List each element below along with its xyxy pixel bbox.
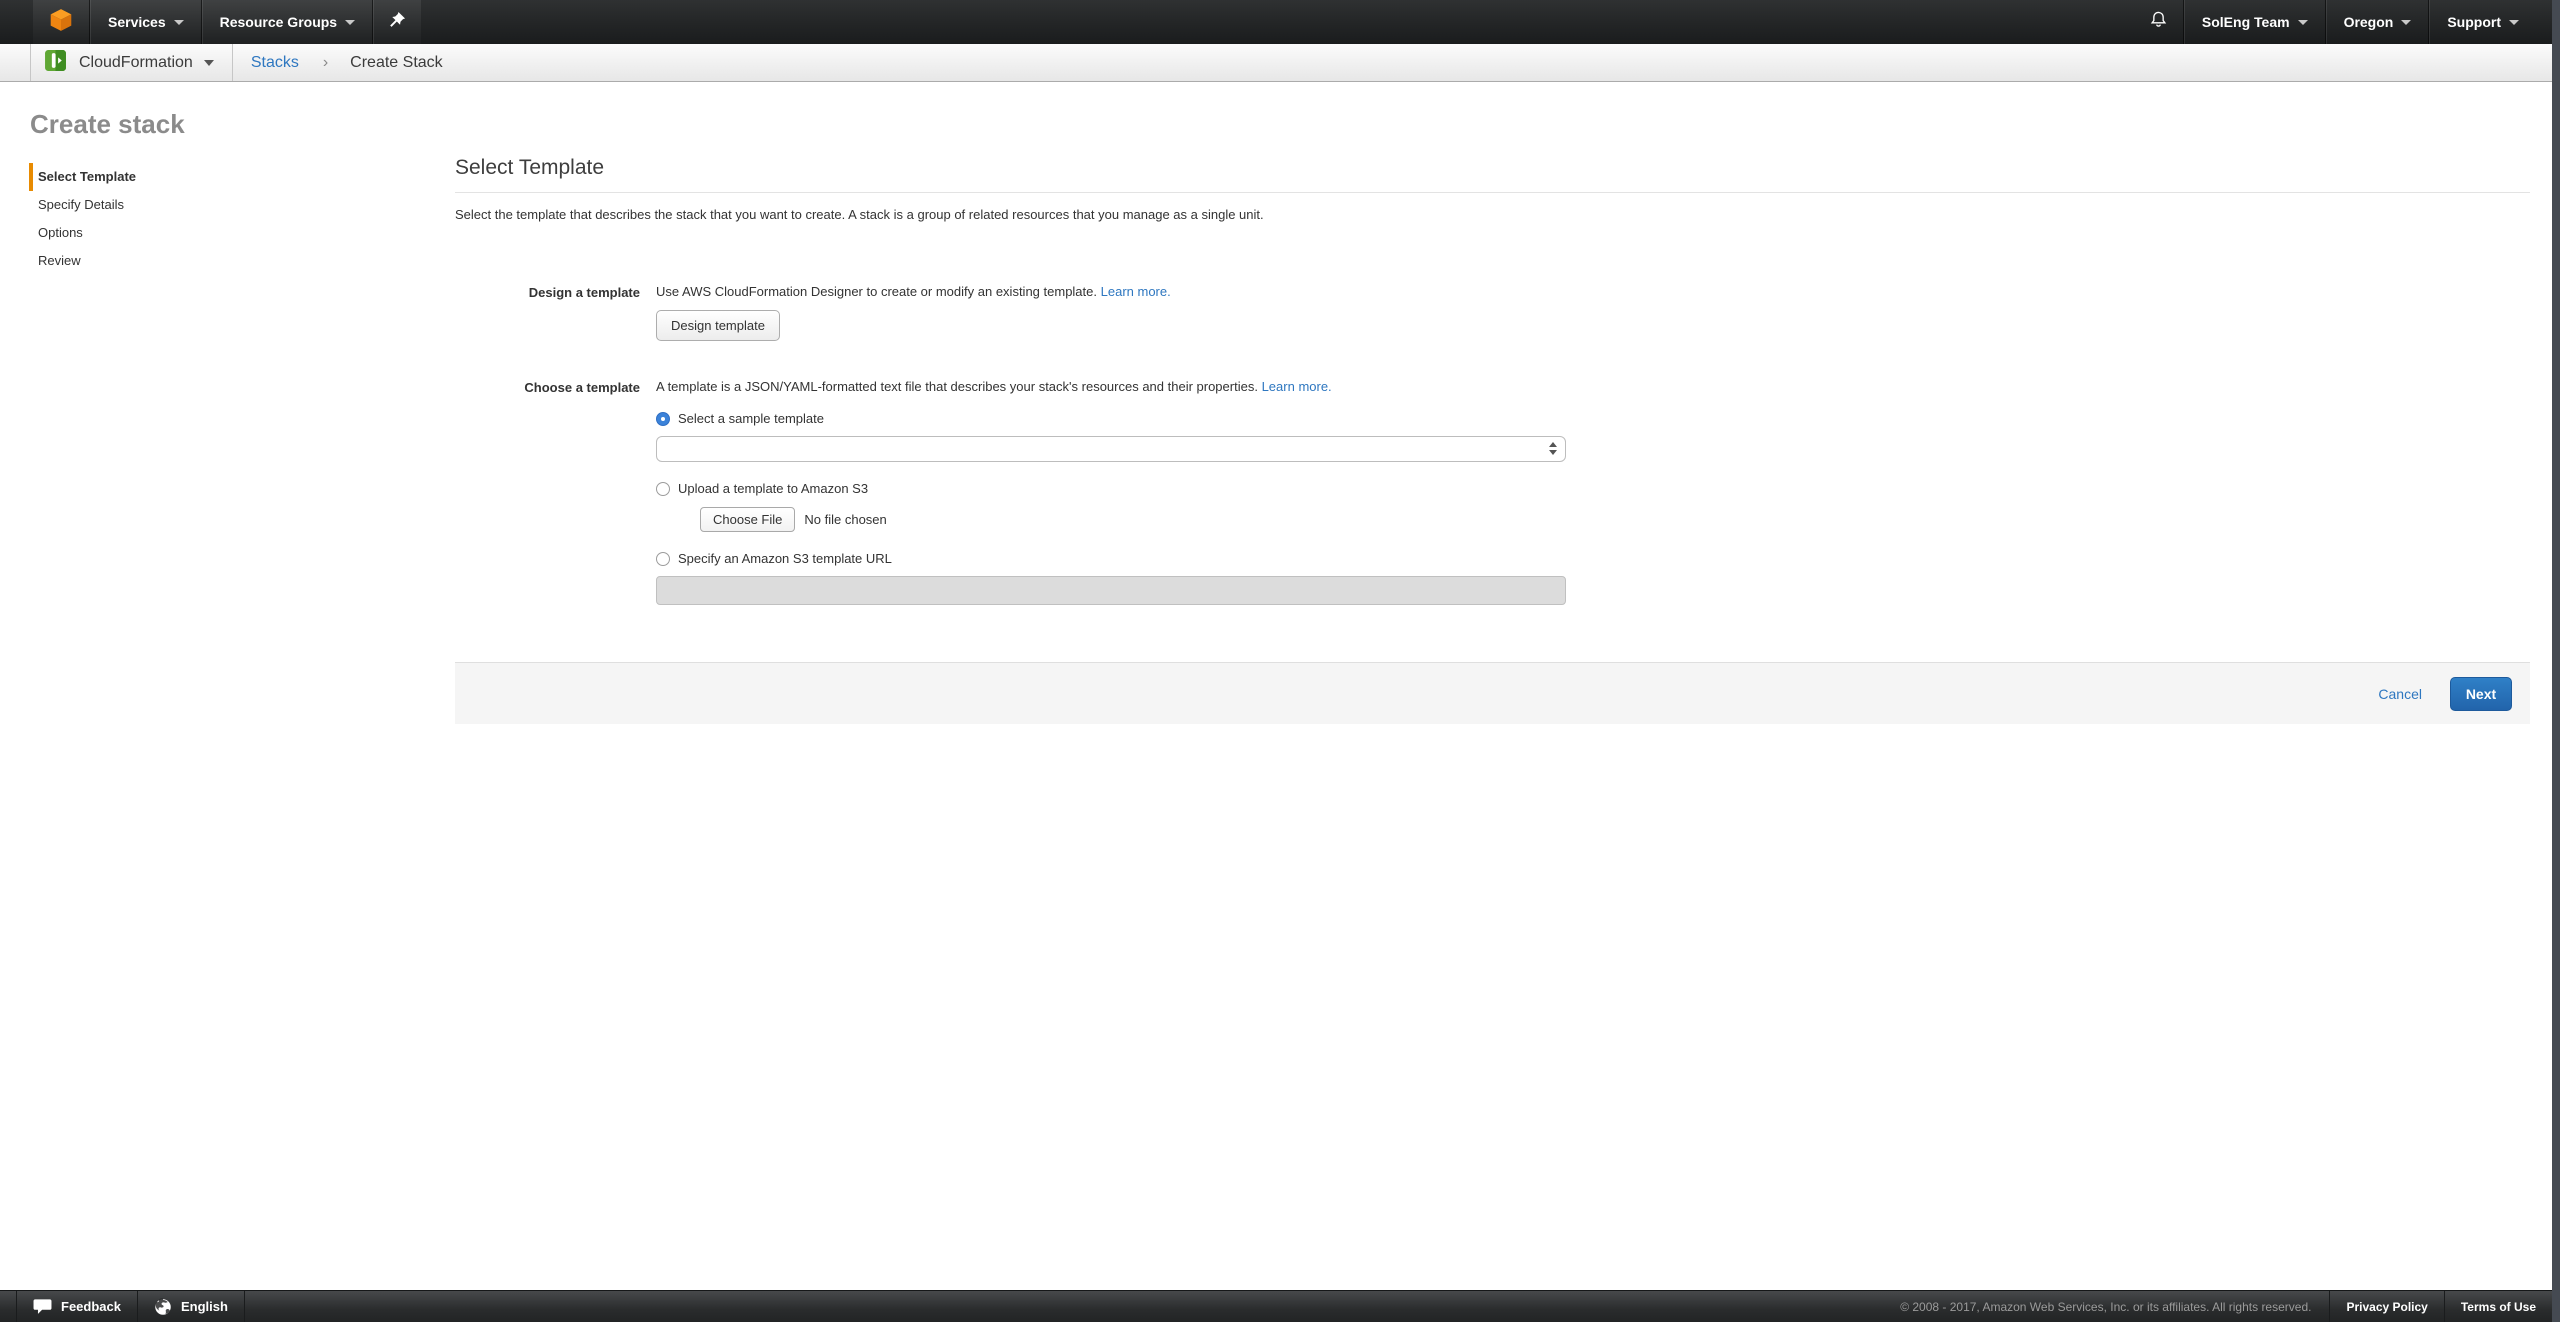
heading-rule <box>455 192 2530 193</box>
breadcrumb: CloudFormation Stacks › Create Stack <box>0 44 2560 82</box>
top-nav-right: SolEng Team Oregon Support <box>2134 0 2536 44</box>
chevron-down-icon <box>2509 20 2519 25</box>
bell-icon <box>2149 10 2168 34</box>
breadcrumb-service-label: CloudFormation <box>79 54 193 72</box>
nav-region-menu[interactable]: Oregon <box>2327 0 2429 44</box>
nav-services-label: Services <box>108 14 166 30</box>
design-template-button[interactable]: Design template <box>656 310 780 341</box>
design-template-content: Use AWS CloudFormation Designer to creat… <box>656 284 1171 341</box>
breadcrumb-stacks-link[interactable]: Stacks <box>251 54 299 72</box>
main-panel: Select Template Select the template that… <box>455 140 2530 724</box>
step-specify-details[interactable]: Specify Details <box>29 191 455 219</box>
chevron-down-icon <box>204 60 214 66</box>
privacy-policy-link[interactable]: Privacy Policy <box>2329 1291 2443 1322</box>
s3-template-url-input[interactable] <box>656 576 1566 605</box>
select-stepper-icon <box>1549 442 1557 455</box>
choose-template-label: Choose a template <box>455 379 640 395</box>
next-button[interactable]: Next <box>2450 677 2512 711</box>
language-label: English <box>181 1299 228 1314</box>
sample-template-select[interactable] <box>656 436 1566 462</box>
radio-specify-url[interactable]: Specify an Amazon S3 template URL <box>656 551 1566 566</box>
radio-sample-template[interactable]: Select a sample template <box>656 411 1566 426</box>
aws-logo[interactable] <box>33 0 89 44</box>
design-template-text: Use AWS CloudFormation Designer to creat… <box>656 284 1097 299</box>
choose-template-text: A template is a JSON/YAML-formatted text… <box>656 379 1258 394</box>
notifications-button[interactable] <box>2134 0 2183 44</box>
chevron-down-icon <box>2298 20 2308 25</box>
service-menu-cloudformation[interactable]: CloudFormation <box>44 49 214 77</box>
radio-button[interactable] <box>656 482 670 496</box>
language-button[interactable]: English <box>137 1291 245 1322</box>
feedback-label: Feedback <box>61 1299 121 1314</box>
terms-of-use-link[interactable]: Terms of Use <box>2444 1291 2552 1322</box>
page-layout: Select Template Specify Details Options … <box>0 140 2560 724</box>
choose-learn-more-link[interactable]: Learn more. <box>1262 379 1332 394</box>
chevron-down-icon <box>345 20 355 25</box>
bottom-bar-left: Feedback English <box>16 1291 245 1322</box>
nav-services-menu[interactable]: Services <box>91 0 201 44</box>
page-title: Create stack <box>30 109 2560 140</box>
choose-template-row: Choose a template A template is a JSON/Y… <box>455 379 2530 605</box>
breadcrumb-left-separator <box>30 44 31 81</box>
file-chosen-status: No file chosen <box>804 512 886 527</box>
design-learn-more-link[interactable]: Learn more. <box>1101 284 1171 299</box>
design-template-row: Design a template Use AWS CloudFormation… <box>455 284 2530 341</box>
copyright-text: © 2008 - 2017, Amazon Web Services, Inc.… <box>1900 1291 2329 1322</box>
chevron-down-icon <box>174 20 184 25</box>
pin-shortcuts-button[interactable] <box>374 0 421 44</box>
choose-file-button[interactable]: Choose File <box>700 507 795 532</box>
nav-resource-groups-menu[interactable]: Resource Groups <box>203 0 372 44</box>
feedback-button[interactable]: Feedback <box>16 1291 137 1322</box>
section-heading: Select Template <box>455 156 2530 180</box>
bottom-bar: Feedback English © 2008 - 2017, Amazon W… <box>0 1290 2552 1322</box>
globe-icon <box>154 1298 172 1316</box>
wizard-action-bar: Cancel Next <box>455 662 2530 724</box>
step-options[interactable]: Options <box>29 219 455 247</box>
nav-account-menu[interactable]: SolEng Team <box>2185 0 2325 44</box>
choose-template-content: A template is a JSON/YAML-formatted text… <box>656 379 1566 605</box>
wizard-steps: Select Template Specify Details Options … <box>0 140 455 275</box>
breadcrumb-current-page: Create Stack <box>350 54 442 72</box>
step-review[interactable]: Review <box>29 247 455 275</box>
chevron-down-icon <box>2401 20 2411 25</box>
top-nav: Services Resource Groups <box>0 0 2560 44</box>
pushpin-icon <box>389 11 406 33</box>
nav-resource-groups-label: Resource Groups <box>220 14 337 30</box>
aws-cube-icon <box>48 7 74 38</box>
breadcrumb-separator-line <box>232 44 233 81</box>
bottom-bar-right: © 2008 - 2017, Amazon Web Services, Inc.… <box>1900 1291 2552 1322</box>
file-upload-row: Choose File No file chosen <box>700 507 1566 532</box>
radio-upload-template[interactable]: Upload a template to Amazon S3 <box>656 481 1566 496</box>
cloudformation-icon <box>44 49 67 77</box>
breadcrumb-separator-icon: › <box>323 54 328 72</box>
radio-upload-template-label: Upload a template to Amazon S3 <box>678 481 868 496</box>
nav-support-menu[interactable]: Support <box>2430 0 2536 44</box>
radio-button[interactable] <box>656 552 670 566</box>
nav-support-label: Support <box>2447 14 2501 30</box>
design-template-label: Design a template <box>455 284 640 300</box>
top-nav-left: Services Resource Groups <box>33 0 421 44</box>
radio-button-selected[interactable] <box>656 412 670 426</box>
nav-region-label: Oregon <box>2344 14 2394 30</box>
nav-account-label: SolEng Team <box>2202 14 2290 30</box>
scrollbar[interactable] <box>2552 0 2560 1322</box>
cancel-button[interactable]: Cancel <box>2378 686 2422 702</box>
step-select-template[interactable]: Select Template <box>29 163 455 191</box>
section-description: Select the template that describes the s… <box>455 207 2530 222</box>
radio-sample-template-label: Select a sample template <box>678 411 824 426</box>
speech-bubble-icon <box>33 1298 52 1315</box>
radio-specify-url-label: Specify an Amazon S3 template URL <box>678 551 892 566</box>
